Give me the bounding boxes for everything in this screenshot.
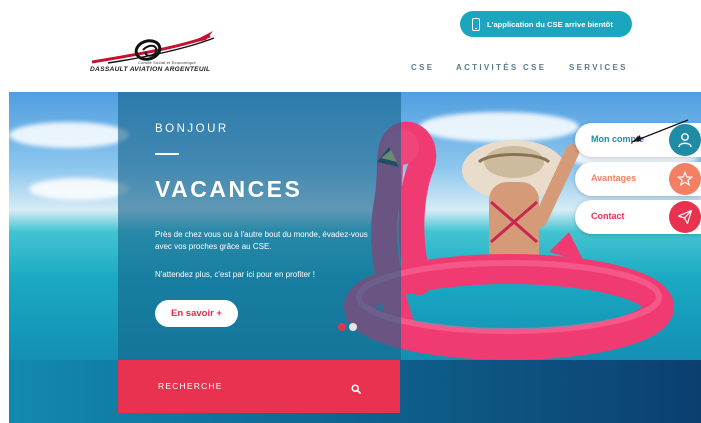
app-coming-soon-label: L'application du CSE arrive bientôt xyxy=(487,19,613,29)
hero-divider xyxy=(155,153,179,155)
search-bar[interactable]: RECHERCHE xyxy=(118,360,400,413)
hero-greeting: BONJOUR xyxy=(155,123,229,135)
side-item-label: Avantages xyxy=(591,173,637,183)
hero-title: VACANCES xyxy=(155,176,303,202)
cse-logo[interactable]: Comité Social et Économique DASSAULT AVI… xyxy=(88,26,248,80)
site-header: Comité Social et Économique DASSAULT AVI… xyxy=(0,0,701,92)
carousel-dot[interactable] xyxy=(349,323,357,331)
star-icon xyxy=(669,163,701,195)
search-icon[interactable] xyxy=(351,381,361,399)
side-item-avantages[interactable]: Avantages xyxy=(575,162,701,196)
carousel-dots xyxy=(338,323,357,331)
logo-subtitle: Comité Social et Économique xyxy=(138,60,196,65)
paper-plane-icon xyxy=(669,201,701,233)
search-label: RECHERCHE xyxy=(158,381,223,391)
side-item-label: Contact xyxy=(591,211,625,221)
hero-paragraph-1: Près de chez vous ou à l'autre bout du m… xyxy=(155,230,368,251)
smartphone-icon xyxy=(472,17,480,31)
nav-item-cse[interactable]: CSE xyxy=(411,63,434,72)
mouse-cursor-icon xyxy=(631,119,689,143)
logo-name: DASSAULT AVIATION ARGENTEUIL xyxy=(90,66,211,73)
hero-paragraph-2: N'attendez plus, c'est par ici pour en p… xyxy=(155,270,316,279)
app-coming-soon-button[interactable]: L'application du CSE arrive bientôt xyxy=(460,11,632,37)
nav-item-services[interactable]: SERVICES xyxy=(569,63,628,72)
carousel-dot-active[interactable] xyxy=(338,323,346,331)
side-item-contact[interactable]: Contact xyxy=(575,200,701,234)
hero-text-panel: BONJOUR VACANCES Près de chez vous ou à … xyxy=(118,92,401,360)
en-savoir-plus-button[interactable]: En savoir + xyxy=(155,300,238,327)
nav-item-activites-cse[interactable]: ACTIVITÉS CSE xyxy=(456,63,546,72)
